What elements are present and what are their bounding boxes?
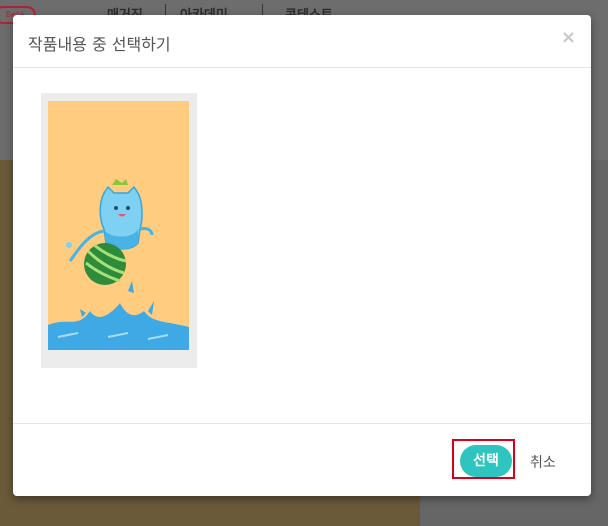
close-icon[interactable]: × bbox=[561, 27, 576, 48]
modal-title: 작품내용 중 선택하기 bbox=[28, 35, 171, 54]
artwork-thumbnail[interactable] bbox=[41, 93, 197, 368]
cancel-button[interactable]: 취소 bbox=[530, 452, 556, 472]
modal-footer: 선택 취소 bbox=[13, 423, 591, 497]
select-button[interactable]: 선택 bbox=[460, 445, 512, 477]
artwork-image bbox=[48, 101, 189, 350]
modal-body bbox=[13, 68, 591, 422]
select-content-modal: 작품내용 중 선택하기 × 선택 취소 bbox=[13, 15, 591, 496]
modal-header: 작품내용 중 선택하기 × bbox=[13, 15, 591, 68]
